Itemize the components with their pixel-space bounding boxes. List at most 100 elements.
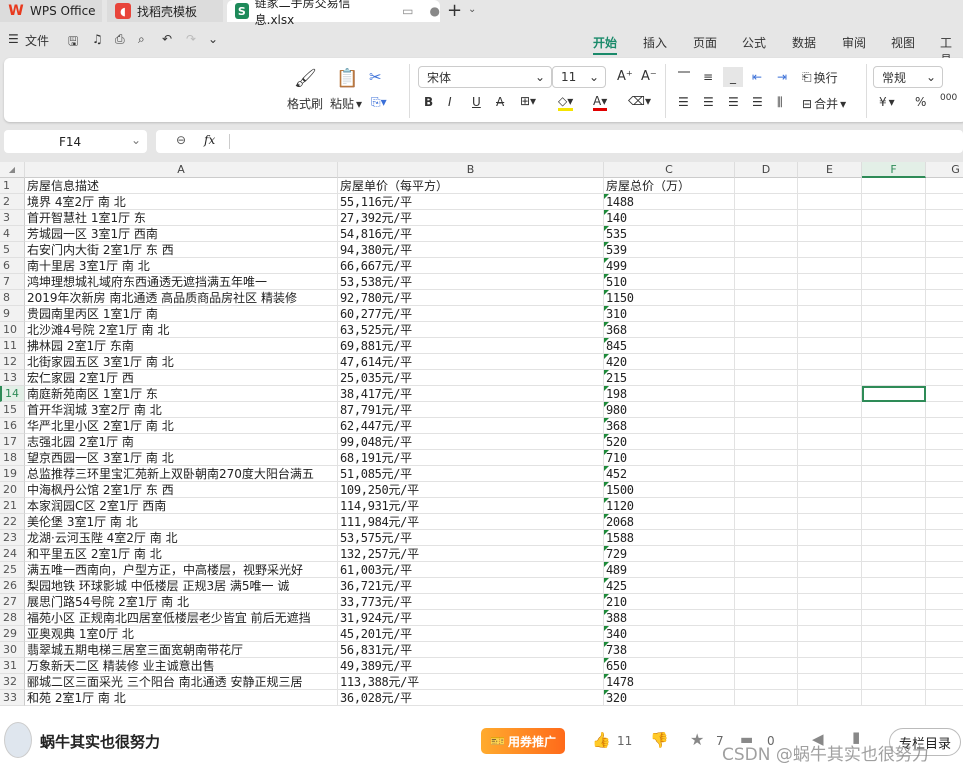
cell-A18[interactable]: 望京西园一区 3室1厅 南 北 xyxy=(25,450,338,466)
cell-E18[interactable] xyxy=(798,450,862,466)
row-header[interactable]: 29 xyxy=(0,626,25,642)
cell-G30[interactable] xyxy=(926,642,963,658)
column-header-e[interactable]: E xyxy=(798,162,862,178)
row-header[interactable]: 3 xyxy=(0,210,25,226)
cell-E12[interactable] xyxy=(798,354,862,370)
cell-A29[interactable]: 亚奥观典 1室0厅 北 xyxy=(25,626,338,642)
cell-C13[interactable]: 215 xyxy=(604,370,735,386)
name-box[interactable]: F14 ⌄ xyxy=(4,130,147,153)
cell-D6[interactable] xyxy=(735,258,798,274)
cell-D29[interactable] xyxy=(735,626,798,642)
cell-E16[interactable] xyxy=(798,418,862,434)
cell-D23[interactable] xyxy=(735,530,798,546)
cell-D2[interactable] xyxy=(735,194,798,210)
cell-C9[interactable]: 310 xyxy=(604,306,735,322)
cell-E33[interactable] xyxy=(798,690,862,706)
cell-B26[interactable]: 36,721元/平 xyxy=(338,578,604,594)
percent-button[interactable]: % xyxy=(915,95,926,109)
cell-F31[interactable] xyxy=(862,658,926,674)
row-header[interactable]: 4 xyxy=(0,226,25,242)
cell-F33[interactable] xyxy=(862,690,926,706)
cell-E4[interactable] xyxy=(798,226,862,242)
cell-G2[interactable] xyxy=(926,194,963,210)
increase-font-icon[interactable]: A⁺ xyxy=(617,69,633,84)
cell-A20[interactable]: 中海枫丹公馆 2室1厅 东 西 xyxy=(25,482,338,498)
row-header[interactable]: 1 xyxy=(0,178,25,194)
cell-C14[interactable]: 198 xyxy=(604,386,735,402)
cell-G5[interactable] xyxy=(926,242,963,258)
cell-B14[interactable]: 38,417元/平 xyxy=(338,386,604,402)
cell-D26[interactable] xyxy=(735,578,798,594)
cell-E22[interactable] xyxy=(798,514,862,530)
wrap-text-button[interactable]: ⎗ 换行 xyxy=(802,69,838,86)
cell-A26[interactable]: 梨园地铁 环球影城 中低楼层 正规3居 满5唯一 诚 xyxy=(25,578,338,594)
cell-B7[interactable]: 53,538元/平 xyxy=(338,274,604,290)
cell-A8[interactable]: 2019年次新房 南北通透 高品质商品房社区 精装修 xyxy=(25,290,338,306)
zoom-icon[interactable]: ⊖ xyxy=(176,133,186,147)
font-color-icon[interactable]: A▾ xyxy=(593,94,608,111)
cell-G17[interactable] xyxy=(926,434,963,450)
cell-E15[interactable] xyxy=(798,402,862,418)
row-header[interactable]: 21 xyxy=(0,498,25,514)
row-header[interactable]: 7 xyxy=(0,274,25,290)
decrease-font-icon[interactable]: A⁻ xyxy=(641,69,657,84)
cell-F2[interactable] xyxy=(862,194,926,210)
column-header-d[interactable]: D xyxy=(735,162,798,178)
cell-C22[interactable]: 2068 xyxy=(604,514,735,530)
cell-G14[interactable] xyxy=(926,386,963,402)
star-icon[interactable]: ★ xyxy=(690,730,704,749)
print-preview-icon[interactable]: ⌕ xyxy=(138,32,145,47)
cell-F12[interactable] xyxy=(862,354,926,370)
cell-A31[interactable]: 万象新天二区 精装修 业主诚意出售 xyxy=(25,658,338,674)
cell-A9[interactable]: 贵园南里丙区 1室1厅 南 xyxy=(25,306,338,322)
cell-D20[interactable] xyxy=(735,482,798,498)
cell-G10[interactable] xyxy=(926,322,963,338)
cell-G18[interactable] xyxy=(926,450,963,466)
cell-G15[interactable] xyxy=(926,402,963,418)
clear-format-icon[interactable]: ⌫▾ xyxy=(628,94,651,108)
cell-D24[interactable] xyxy=(735,546,798,562)
tabs-chevron-icon[interactable]: ⌄ xyxy=(468,4,476,15)
number-format-select[interactable]: 常规 ⌄ xyxy=(873,66,943,88)
cell-C11[interactable]: 845 xyxy=(604,338,735,354)
currency-button[interactable]: ¥ ▾ xyxy=(879,95,895,109)
cell-A15[interactable]: 首开华润城 3室2厅 南 北 xyxy=(25,402,338,418)
cell-F29[interactable] xyxy=(862,626,926,642)
cell-E19[interactable] xyxy=(798,466,862,482)
indent-icon[interactable]: ⇥ xyxy=(777,70,787,84)
align-right-icon[interactable]: ☰ xyxy=(728,95,739,109)
cell-C7[interactable]: 510 xyxy=(604,274,735,290)
cell-D11[interactable] xyxy=(735,338,798,354)
cell-F23[interactable] xyxy=(862,530,926,546)
align-top-icon[interactable]: ⎺ xyxy=(678,70,690,85)
cell-D12[interactable] xyxy=(735,354,798,370)
row-header[interactable]: 22 xyxy=(0,514,25,530)
cell-G11[interactable] xyxy=(926,338,963,354)
cell-B27[interactable]: 33,773元/平 xyxy=(338,594,604,610)
row-header[interactable]: 16 xyxy=(0,418,25,434)
row-header[interactable]: 10 xyxy=(0,322,25,338)
cell-B8[interactable]: 92,780元/平 xyxy=(338,290,604,306)
cell-C10[interactable]: 368 xyxy=(604,322,735,338)
cell-A13[interactable]: 宏仁家园 2室1厅 西 xyxy=(25,370,338,386)
cell-B11[interactable]: 69,881元/平 xyxy=(338,338,604,354)
cell-D21[interactable] xyxy=(735,498,798,514)
cell-E25[interactable] xyxy=(798,562,862,578)
formula-input[interactable]: ⊖ fx xyxy=(156,130,963,153)
row-header[interactable]: 15 xyxy=(0,402,25,418)
cell-F27[interactable] xyxy=(862,594,926,610)
cell-A21[interactable]: 本家润园C区 2室1厅 西南 xyxy=(25,498,338,514)
cell-E31[interactable] xyxy=(798,658,862,674)
cell-A33[interactable]: 和苑 2室1厅 南 北 xyxy=(25,690,338,706)
print-icon[interactable]: ⎙ xyxy=(115,32,125,47)
cell-C6[interactable]: 499 xyxy=(604,258,735,274)
cell-D7[interactable] xyxy=(735,274,798,290)
cell-G26[interactable] xyxy=(926,578,963,594)
cell-F22[interactable] xyxy=(862,514,926,530)
cell-D16[interactable] xyxy=(735,418,798,434)
cell-F28[interactable] xyxy=(862,610,926,626)
font-size-select[interactable]: 11 ⌄ xyxy=(552,66,606,88)
cell-E8[interactable] xyxy=(798,290,862,306)
cell-A14[interactable]: 南庭新苑南区 1室1厅 东 xyxy=(25,386,338,402)
row-header[interactable]: 14 xyxy=(0,386,25,402)
